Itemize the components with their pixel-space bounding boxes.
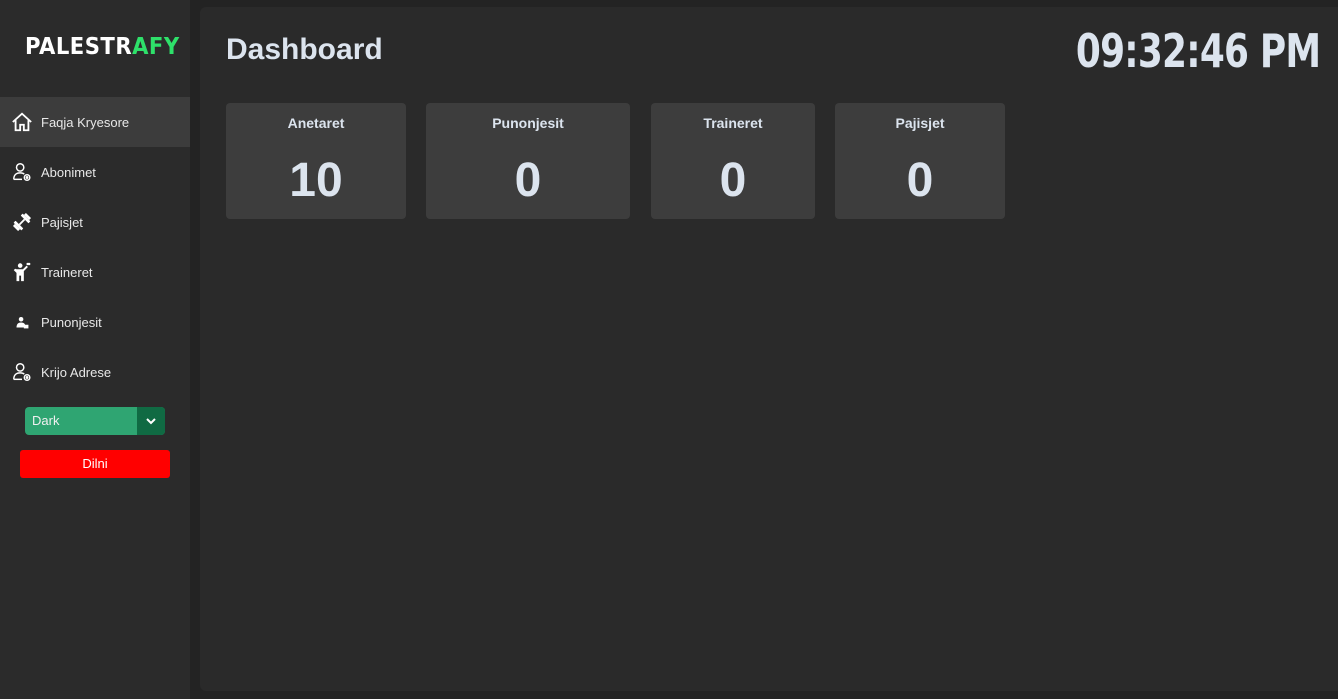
sidebar-item-traineret[interactable]: Traineret: [0, 247, 190, 297]
stat-card-traineret: Traineret 0: [651, 103, 815, 219]
logo-text-accent: AFY: [132, 34, 180, 60]
sidebar-nav: Faqja Kryesore Abonimet Pajisjet Trainer…: [0, 97, 190, 397]
dumbbell-icon: [11, 211, 33, 233]
stat-card-value: 10: [289, 154, 343, 207]
logo-text-main: PALESTR: [25, 34, 133, 60]
trainer-icon: [11, 261, 33, 283]
sidebar-item-label: Punonjesit: [41, 314, 102, 330]
page-title: Dashboard: [226, 33, 383, 66]
app-logo: PALESTRAFY: [25, 33, 180, 61]
stat-card-title: Pajisjet: [895, 115, 945, 131]
stat-card-punonjesit: Punonjesit 0: [426, 103, 630, 219]
user-gear-icon: [11, 361, 33, 383]
chevron-down-icon[interactable]: [137, 407, 165, 435]
sidebar-item-label: Faqja Kryesore: [41, 114, 130, 130]
sidebar: PALESTRAFY Faqja Kryesore Abonimet Pajis…: [0, 0, 190, 699]
theme-select-value: Dark: [32, 413, 60, 428]
sidebar-item-punonjesit[interactable]: Punonjesit: [0, 297, 190, 347]
stat-card-title: Anetaret: [287, 115, 345, 131]
sidebar-item-faqja-kryesore[interactable]: Faqja Kryesore: [0, 97, 190, 147]
stat-card-anetaret: Anetaret 10: [226, 103, 406, 219]
stat-card-value: 0: [906, 154, 934, 207]
main-content: Dashboard 09:32:46 PM Anetaret 10 Punonj…: [200, 7, 1338, 691]
sidebar-item-pajisjet[interactable]: Pajisjet: [0, 197, 190, 247]
sidebar-item-krijo-adrese[interactable]: Krijo Adrese: [0, 347, 190, 397]
app-window: PALESTRAFY Faqja Kryesore Abonimet Pajis…: [0, 0, 1338, 699]
stat-card-pajisjet: Pajisjet 0: [835, 103, 1005, 219]
sidebar-item-label: Abonimet: [41, 164, 96, 180]
user-gear-icon: [11, 161, 33, 183]
sidebar-item-label: Pajisjet: [41, 214, 83, 230]
stat-card-value: 0: [719, 154, 747, 207]
logout-button[interactable]: Dilni: [20, 450, 170, 478]
clock: 09:32:46 PM: [1075, 24, 1321, 78]
employee-icon: [11, 311, 33, 333]
sidebar-item-label: Krijo Adrese: [41, 364, 112, 380]
sidebar-item-label: Traineret: [41, 264, 93, 280]
stat-card-title: Traineret: [703, 115, 763, 131]
theme-select[interactable]: Dark: [25, 407, 165, 435]
stat-card-value: 0: [514, 154, 542, 207]
sidebar-item-abonimet[interactable]: Abonimet: [0, 147, 190, 197]
stat-card-title: Punonjesit: [492, 115, 564, 131]
home-icon: [11, 111, 33, 133]
